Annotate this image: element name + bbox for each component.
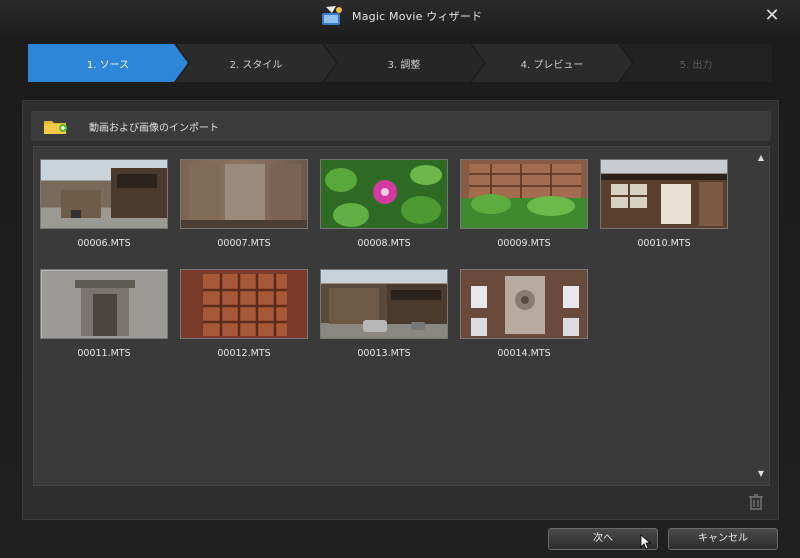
media-item[interactable]: 00008.MTS — [320, 159, 448, 249]
media-filename: 00014.MTS — [497, 348, 551, 359]
video-thumbnail[interactable] — [180, 269, 308, 339]
media-filename: 00010.MTS — [637, 238, 691, 249]
media-filename: 00013.MTS — [357, 348, 411, 359]
wizard-steps: 1. ソース 2. スタイル 3. 調整 4. プレビュー 5. 出力 — [28, 44, 772, 82]
step-style[interactable]: 2. スタイル — [176, 44, 336, 82]
step-label: 2. スタイル — [229, 59, 283, 71]
media-scrollbar[interactable]: ▲ ▼ — [755, 151, 767, 481]
cancel-button[interactable]: キャンセル — [668, 528, 778, 550]
import-bar: 動画および画像のインポート — [31, 111, 771, 141]
mouse-cursor-icon — [640, 534, 652, 550]
media-filename: 00008.MTS — [357, 238, 411, 249]
video-thumbnail[interactable] — [320, 159, 448, 229]
media-filename: 00006.MTS — [77, 238, 131, 249]
media-filename: 00009.MTS — [497, 238, 551, 249]
step-preview[interactable]: 4. プレビュー — [472, 44, 632, 82]
video-thumbnail[interactable] — [460, 269, 588, 339]
trash-icon[interactable] — [748, 493, 764, 511]
magic-movie-wizard-window: Magic Movie ウィザード ✕ 1. ソース 2. スタイル 3. 調整… — [0, 0, 800, 558]
video-thumbnail[interactable] — [320, 269, 448, 339]
media-filename: 00011.MTS — [77, 348, 131, 359]
close-icon[interactable]: ✕ — [762, 6, 782, 26]
video-thumbnail[interactable] — [460, 159, 588, 229]
media-item[interactable]: 00014.MTS — [460, 269, 588, 359]
media-item[interactable]: 00007.MTS — [180, 159, 308, 249]
import-folder-icon[interactable] — [41, 115, 71, 137]
media-item[interactable]: 00012.MTS — [180, 269, 308, 359]
step-output[interactable]: 5. 出力 — [620, 44, 772, 82]
magic-movie-app-icon — [320, 5, 344, 27]
window-title: Magic Movie ウィザード — [352, 10, 483, 23]
step-adjust[interactable]: 3. 調整 — [324, 44, 484, 82]
video-thumbnail[interactable] — [600, 159, 728, 229]
title-bar: Magic Movie ウィザード ✕ — [0, 0, 800, 32]
media-item[interactable]: 00011.MTS — [40, 269, 168, 359]
video-thumbnail[interactable] — [40, 159, 168, 229]
video-thumbnail[interactable] — [40, 269, 168, 339]
media-filename: 00007.MTS — [217, 238, 271, 249]
step-label: 4. プレビュー — [520, 59, 584, 71]
media-filename: 00012.MTS — [217, 348, 271, 359]
media-item[interactable]: 00013.MTS — [320, 269, 448, 359]
step-label: 3. 調整 — [387, 59, 421, 71]
source-panel: 動画および画像のインポート 00006.MTS 00007.MTS 00008.… — [22, 100, 779, 520]
media-item[interactable]: 00010.MTS — [600, 159, 728, 249]
scroll-up-icon[interactable]: ▲ — [756, 153, 766, 163]
media-item[interactable]: 00006.MTS — [40, 159, 168, 249]
step-source[interactable]: 1. ソース — [28, 44, 188, 82]
step-label: 5. 出力 — [679, 59, 713, 71]
scroll-down-icon[interactable]: ▼ — [756, 469, 766, 479]
media-library: 00006.MTS 00007.MTS 00008.MTS 00009.MTS … — [33, 146, 770, 486]
media-item[interactable]: 00009.MTS — [460, 159, 588, 249]
step-label: 1. ソース — [86, 59, 130, 71]
video-thumbnail[interactable] — [180, 159, 308, 229]
import-label: 動画および画像のインポート — [89, 122, 219, 134]
